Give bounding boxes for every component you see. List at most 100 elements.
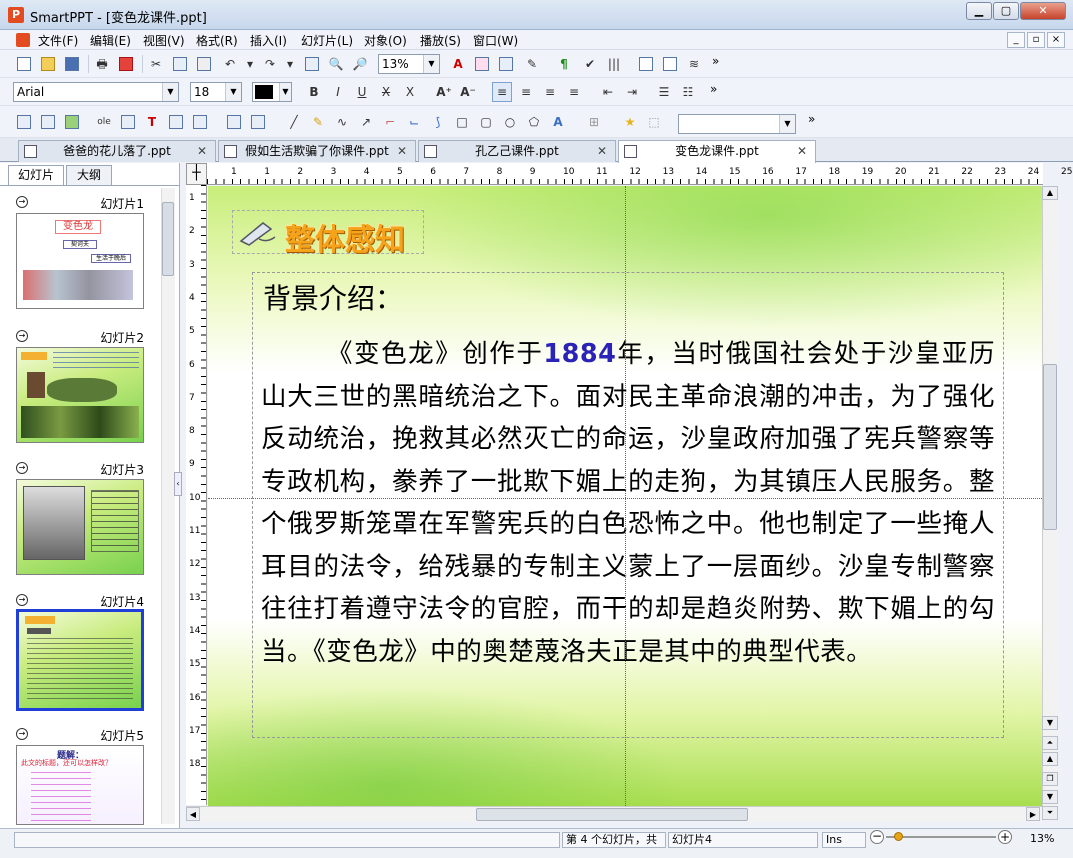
underline-button[interactable]: U xyxy=(352,82,372,102)
select-browse-object-button[interactable]: ❐ xyxy=(1042,772,1058,786)
insert-shape-icon[interactable] xyxy=(166,112,186,132)
group-icon[interactable] xyxy=(224,112,244,132)
wordart-icon[interactable]: A xyxy=(548,112,568,132)
paragraph-mark-icon[interactable]: ¶ xyxy=(554,54,574,74)
body-text-box[interactable]: 背景介绍： 《变色龙》创作于1884年，当时俄国社会处于沙皇亚历山大三世的黑暗统… xyxy=(252,272,1004,738)
menu-edit[interactable]: 编辑(E) xyxy=(86,32,135,49)
left-scrollbar-thumb[interactable] xyxy=(162,202,174,276)
maximize-button[interactable]: ▢ xyxy=(993,2,1019,20)
font-size-select[interactable]: 18 ▼ xyxy=(190,82,242,102)
align-right-button[interactable]: ≡ xyxy=(540,82,560,102)
slide-thumbnail-1[interactable]: 变色龙 契诃夫 生活于晚后 xyxy=(16,213,144,309)
horizontal-guide-line[interactable] xyxy=(208,498,1042,499)
elbow-connector-icon[interactable]: ⌙ xyxy=(404,112,424,132)
menu-window[interactable]: 窗口(W) xyxy=(469,32,522,49)
word-count-icon[interactable]: ||| xyxy=(604,54,624,74)
connector-icon[interactable]: ⌐ xyxy=(380,112,400,132)
menu-view[interactable]: 视图(V) xyxy=(139,32,189,49)
next-page-button[interactable]: ▼ xyxy=(1042,790,1058,804)
panel-collapse-handle[interactable]: ‹ xyxy=(174,472,182,496)
font-select[interactable]: Arial ▼ xyxy=(13,82,179,102)
menu-object[interactable]: 对象(O) xyxy=(360,32,411,49)
horizontal-scrollbar-thumb[interactable] xyxy=(476,808,748,821)
curve-icon[interactable]: ∿ xyxy=(332,112,352,132)
zoom-out-icon[interactable]: 🔎 xyxy=(350,54,370,74)
increase-indent-icon[interactable]: ⇥ xyxy=(622,82,642,102)
redo-dropdown-icon[interactable]: ▾ xyxy=(280,54,300,74)
prev-slide-button[interactable]: ⏶ xyxy=(1042,736,1058,750)
tab-close-icon[interactable]: ✕ xyxy=(797,141,807,161)
tab-outline[interactable]: 大纲 xyxy=(66,165,112,185)
textbox-icon[interactable] xyxy=(14,112,34,132)
undo-icon[interactable]: ↶ xyxy=(220,54,240,74)
arrow-icon[interactable]: ↗ xyxy=(356,112,376,132)
close-button[interactable]: ✕ xyxy=(1020,2,1066,20)
decrease-indent-icon[interactable]: ⇤ xyxy=(598,82,618,102)
minimize-button[interactable]: ▁ xyxy=(966,2,992,20)
tab-doc-1[interactable]: 爸爸的花儿落了.ppt ✕ xyxy=(18,140,216,162)
tab-close-icon[interactable]: ✕ xyxy=(397,141,407,161)
scroll-left-button[interactable]: ◀ xyxy=(186,807,200,821)
stack-icon[interactable]: ≋ xyxy=(684,54,704,74)
cut-icon[interactable]: ✂ xyxy=(146,54,166,74)
slide-thumbnail-3[interactable] xyxy=(16,479,144,575)
zoom-slider-thumb[interactable] xyxy=(894,832,903,841)
left-scrollbar[interactable] xyxy=(161,188,175,824)
tab-slides[interactable]: 幻灯片 xyxy=(8,165,64,185)
right-scrollbar-thumb[interactable] xyxy=(1043,364,1057,530)
insert-table-icon[interactable] xyxy=(38,112,58,132)
slide-thumbnail-4-selected[interactable] xyxy=(16,609,144,711)
bullet-list-icon[interactable]: ☰ xyxy=(654,82,674,102)
tab-close-icon[interactable]: ✕ xyxy=(197,141,207,161)
select-icon[interactable]: ⬚ xyxy=(644,112,664,132)
ole-icon[interactable]: ole xyxy=(94,112,114,132)
align-left-button[interactable]: ≡ xyxy=(492,82,512,102)
tab-doc-2[interactable]: 假如生活欺骗了你课件.ppt ✕ xyxy=(218,140,416,162)
strikethrough-button[interactable]: X xyxy=(376,82,396,102)
rectangle-icon[interactable]: □ xyxy=(452,112,472,132)
save-icon[interactable] xyxy=(62,54,82,74)
slide-thumbnail-5[interactable]: 题解： 此文的标题，还可以怎样改？ xyxy=(16,745,144,825)
scroll-up-button[interactable]: ▲ xyxy=(1042,186,1058,200)
insert-text-icon[interactable]: T xyxy=(142,112,162,132)
menu-slide[interactable]: 幻灯片(L) xyxy=(297,32,357,49)
tab-doc-4-active[interactable]: 变色龙课件.ppt ✕ xyxy=(618,140,816,163)
justify-button[interactable]: ≡ xyxy=(564,82,584,102)
curved-connector-icon[interactable]: ⟆ xyxy=(428,112,448,132)
prev-page-button[interactable]: ▲ xyxy=(1042,752,1058,766)
scroll-right-button[interactable]: ▶ xyxy=(1026,807,1040,821)
template-p-icon[interactable] xyxy=(660,54,680,74)
open-icon[interactable] xyxy=(38,54,58,74)
clear-format-button[interactable]: X xyxy=(400,82,420,102)
numbered-list-icon[interactable]: ☷ xyxy=(678,82,698,102)
pdf-icon[interactable] xyxy=(116,54,136,74)
ruler-corner[interactable]: ┼ xyxy=(186,163,207,185)
menu-format[interactable]: 格式(R) xyxy=(192,32,242,49)
template-t-icon[interactable] xyxy=(636,54,656,74)
new-icon[interactable] xyxy=(14,54,34,74)
tab-doc-3[interactable]: 孔乙己课件.ppt ✕ xyxy=(418,140,616,162)
insert-media-icon[interactable] xyxy=(190,112,210,132)
toolbar-more-icon[interactable]: » xyxy=(808,112,815,126)
font-color-a-icon[interactable]: A xyxy=(448,54,468,74)
mdi-restore-button[interactable]: ▫ xyxy=(1027,32,1045,48)
align-objects-icon[interactable]: ⊞ xyxy=(584,112,604,132)
star-icon[interactable]: ★ xyxy=(620,112,640,132)
shapes-icon[interactable]: ⬠ xyxy=(524,112,544,132)
zoom-select[interactable]: 13% ▼ xyxy=(378,54,440,74)
slide-thumbnail-2[interactable] xyxy=(16,347,144,443)
align-center-button[interactable]: ≡ xyxy=(516,82,536,102)
grow-font-icon[interactable]: A⁺ xyxy=(434,82,454,102)
paste-icon[interactable] xyxy=(194,54,214,74)
style-select[interactable]: ▼ xyxy=(678,114,796,134)
rounded-rectangle-icon[interactable]: ▢ xyxy=(476,112,496,132)
italic-button[interactable]: I xyxy=(328,82,348,102)
shrink-font-icon[interactable]: A⁻ xyxy=(458,82,478,102)
zoom-out-button[interactable]: − xyxy=(870,830,884,844)
horizontal-ruler[interactable]: 1 1 2 3 4 5 6 7 8 9 10 11 12 13 14 15 16 17 18 19 20 21 22 23 24… xyxy=(207,163,1072,185)
tab-close-icon[interactable]: ✕ xyxy=(597,141,607,161)
zoom-in-icon[interactable]: 🔍 xyxy=(326,54,346,74)
spellcheck-icon[interactable]: ✔ xyxy=(580,54,600,74)
bold-button[interactable]: B xyxy=(304,82,324,102)
text-color-select[interactable]: ▼ xyxy=(252,82,292,102)
